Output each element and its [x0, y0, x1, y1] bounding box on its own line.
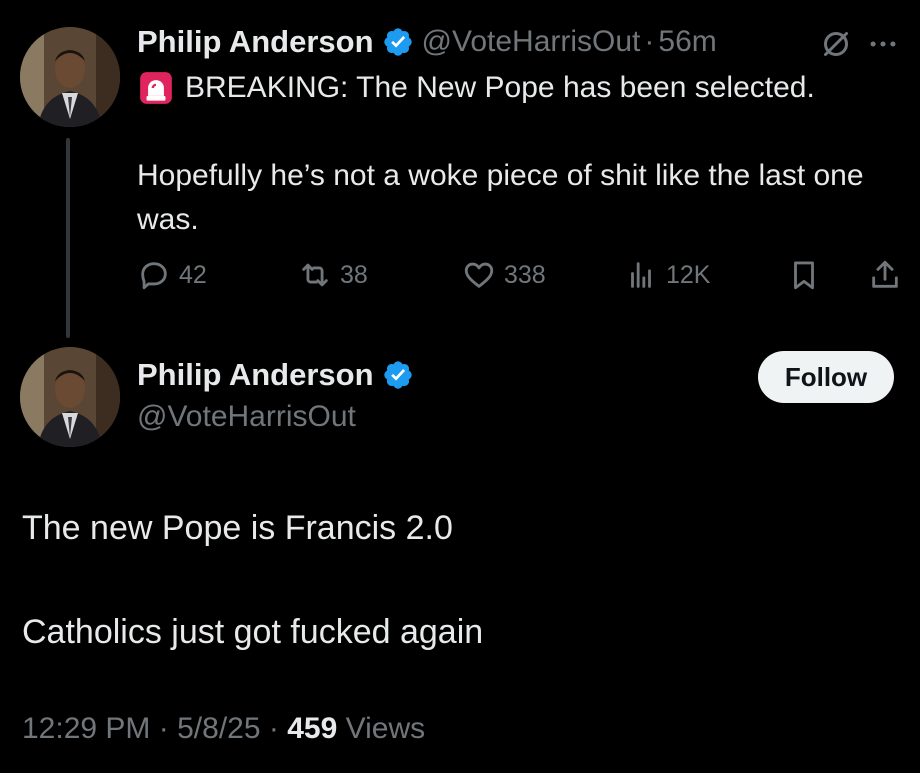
avatar[interactable] [20, 27, 120, 127]
views-button[interactable]: 12K [624, 252, 710, 298]
tweet-text-line: The new Pope is Francis 2.0 [22, 509, 453, 547]
avatar[interactable] [20, 347, 120, 447]
reply-button[interactable]: 42 [137, 252, 207, 298]
tweet-time[interactable]: 56m [658, 25, 716, 59]
author-handle[interactable]: @VoteHarrisOut [422, 25, 641, 59]
siren-emoji-icon [140, 72, 172, 104]
author-name[interactable]: Philip Anderson [137, 24, 374, 60]
grok-icon[interactable] [818, 26, 854, 62]
tweet-text-line: Hopefully he’s not a woke piece of shit … [137, 159, 864, 236]
tweet-meta: 12:29 PM · 5/8/25 · 459 Views [22, 712, 425, 746]
verified-badge-icon [383, 28, 412, 56]
tweet-action-bar: 42 38 338 12K [0, 252, 920, 298]
bookmark-button[interactable] [787, 252, 829, 298]
share-icon [872, 260, 898, 288]
more-options-icon[interactable] [866, 27, 900, 61]
follow-button[interactable]: Follow [758, 351, 894, 403]
repost-count: 38 [340, 260, 368, 289]
heart-icon [464, 262, 494, 288]
tweet-date[interactable]: 5/8/25 [177, 712, 260, 745]
analytics-icon [631, 262, 651, 288]
author-handle[interactable]: @VoteHarrisOut [137, 400, 356, 434]
verified-badge-icon [383, 361, 412, 389]
views-count: 12K [666, 260, 711, 289]
reply-icon [141, 262, 167, 290]
separator-dot: · [268, 712, 279, 745]
author-name[interactable]: Philip Anderson [137, 357, 374, 393]
separator-dot: · [644, 25, 655, 58]
separator-dot: · [158, 712, 169, 745]
repost-icon [302, 263, 328, 287]
reply-count: 42 [179, 260, 207, 289]
thread-connector-line [66, 138, 70, 338]
tweet-body: BREAKING: The New Pope has been selected… [137, 66, 907, 242]
like-button[interactable]: 338 [462, 252, 546, 298]
tweet-time[interactable]: 12:29 PM [22, 712, 150, 745]
like-count: 338 [504, 260, 546, 289]
views-count[interactable]: 459 [287, 712, 337, 745]
views-label: Views [345, 712, 426, 745]
bookmark-icon [794, 261, 814, 290]
share-button[interactable] [868, 252, 910, 298]
tweet-header: Philip Anderson @VoteHarrisOut · 56m [137, 22, 717, 62]
tweet-text-line: BREAKING: The New Pope has been selected… [185, 71, 815, 104]
tweet-header: Philip Anderson [137, 357, 414, 393]
tweet-body: The new Pope is Francis 2.0 Catholics ju… [22, 502, 902, 658]
repost-button[interactable]: 38 [298, 252, 368, 298]
tweet-text-line: Catholics just got fucked again [22, 613, 484, 651]
